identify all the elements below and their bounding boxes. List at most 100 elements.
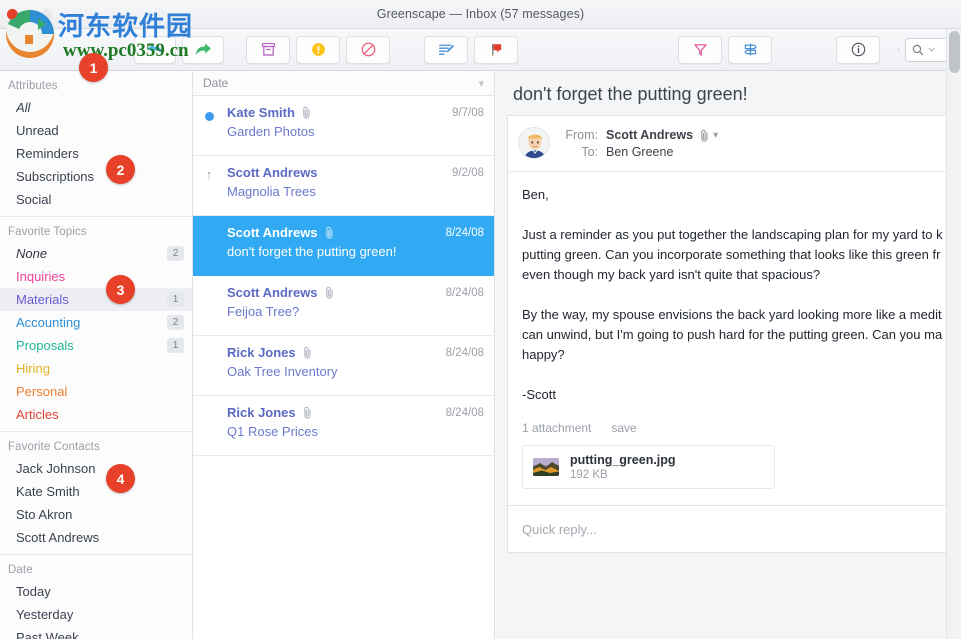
message-sender: Kate Smith: [227, 105, 295, 120]
red-flag-icon: [491, 43, 501, 56]
message-list[interactable]: Date ▾ Kate Smith 9/7/08 Garden Photos ↑…: [193, 71, 495, 639]
close-button[interactable]: [7, 9, 18, 20]
message-fields: From: Scott Andrews ▾ To: Ben Greene: [562, 127, 718, 161]
to-row: To: Ben Greene: [562, 144, 718, 161]
attachment-filesize: 192 KB: [570, 469, 608, 481]
sidebar-item-badge: 1: [167, 338, 184, 353]
sidebar-item-label: Materials: [16, 292, 69, 307]
message-subject: Garden Photos: [227, 124, 315, 139]
search-magnifier-icon: [913, 44, 924, 55]
sidebar-item-proposals[interactable]: Proposals 1: [0, 334, 192, 357]
sidebar-item-label: Subscriptions: [16, 169, 95, 184]
attachments-bar: 1 attachment save: [508, 411, 961, 441]
sidebar-item-label: Social: [16, 192, 52, 207]
paperclip-icon: [303, 406, 311, 419]
chevron-down-icon[interactable]: ▾: [713, 127, 718, 144]
sidebar-item-label: Today: [16, 584, 51, 599]
message-list-header[interactable]: Date ▾: [193, 71, 494, 96]
sidebar-item-label: Personal: [16, 384, 68, 399]
sidebar-item-subscriptions[interactable]: Subscriptions: [0, 165, 192, 188]
save-attachment-link[interactable]: save: [611, 421, 636, 435]
callout-marker-2: 2: [106, 155, 135, 184]
zoom-button[interactable]: [41, 9, 52, 20]
sidebar-item-label: Yesterday: [16, 607, 74, 622]
sidebar-item-unread[interactable]: Unread: [0, 119, 192, 142]
funnel-icon: [693, 44, 707, 56]
sidebar-item-personal[interactable]: Personal: [0, 380, 192, 403]
callout-number: 4: [116, 470, 125, 487]
message-subject: Magnolia Trees: [227, 184, 316, 199]
sidebar-item-social[interactable]: Social: [0, 188, 192, 211]
window-controls: [7, 9, 52, 20]
sidebar-item-materials[interactable]: Materials 1: [0, 288, 192, 311]
sidebar-item-past-week[interactable]: Past Week: [0, 626, 192, 639]
sidebar-item-inquiries[interactable]: Inquiries: [0, 265, 192, 288]
sidebar-item-label: Inquiries: [16, 269, 66, 284]
filter-button[interactable]: [678, 35, 722, 64]
callout-marker-1: 1: [79, 53, 108, 82]
table-row[interactable]: Kate Smith 9/7/08 Garden Photos: [193, 96, 494, 156]
table-row[interactable]: Rick Jones 8/24/08 Oak Tree Inventory: [193, 336, 494, 396]
forward-button[interactable]: [182, 35, 224, 64]
attachment-item[interactable]: putting_green.jpg 192 KB: [522, 445, 775, 489]
table-row[interactable]: Rick Jones 8/24/08 Q1 Rose Prices: [193, 396, 494, 456]
sidebar-item-reminders[interactable]: Reminders: [0, 142, 192, 165]
minimize-button[interactable]: [24, 9, 35, 20]
compose-button[interactable]: [424, 35, 468, 64]
paperclip-icon: [303, 346, 311, 359]
flag-button[interactable]: [474, 35, 518, 64]
message-date: 8/24/08: [445, 346, 484, 359]
vertical-scrollbar[interactable]: [946, 29, 961, 639]
sidebar-item-none[interactable]: None 2: [0, 242, 192, 265]
sidebar-item-badge: 2: [167, 246, 184, 261]
sidebar-heading-favorite-contacts: Favorite Contacts: [8, 441, 100, 453]
paperclip-icon: [701, 129, 708, 142]
toolbar-separator-dot: [898, 47, 900, 52]
sidebar-item-hiring[interactable]: Hiring: [0, 357, 192, 380]
message-date: 9/2/08: [452, 166, 484, 179]
sidebar-item-all[interactable]: All: [0, 96, 192, 119]
block-circle-icon: [361, 42, 375, 57]
archive-button[interactable]: [246, 35, 290, 64]
quick-reply-input[interactable]: Quick reply...: [507, 506, 961, 553]
sidebar-item-label: Articles: [16, 407, 59, 422]
warning-circle-icon: [311, 43, 325, 56]
sidebar-item-jack-johnson[interactable]: Jack Johnson: [0, 457, 192, 480]
quick-reply-placeholder: Quick reply...: [522, 521, 597, 537]
message-header: From: Scott Andrews ▾ To: Ben Greene: [508, 116, 961, 172]
sidebar-item-articles[interactable]: Articles: [0, 403, 192, 426]
table-row[interactable]: ↑ Scott Andrews 9/2/08 Magnolia Trees: [193, 156, 494, 216]
sidebar-item-kate-smith[interactable]: Kate Smith: [0, 480, 192, 503]
junk-button[interactable]: [296, 35, 340, 64]
sidebar-item-badge: 2: [167, 315, 184, 330]
pin-button[interactable]: [728, 35, 772, 64]
sidebar-item-label: Hiring: [16, 361, 50, 376]
callout-number: 2: [116, 161, 125, 178]
info-circle-icon: [851, 42, 865, 57]
sidebar-item-today[interactable]: Today: [0, 580, 192, 603]
sidebar-item-yesterday[interactable]: Yesterday: [0, 603, 192, 626]
sidebar-item-label: Sto Akron: [16, 507, 73, 522]
sidebar-item-label: All: [16, 100, 31, 115]
sidebar-item-label: Reminders: [16, 146, 79, 161]
sidebar-item-accounting[interactable]: Accounting 2: [0, 311, 192, 334]
sidebar[interactable]: Attributes All Unread Reminders Subscrip…: [0, 71, 193, 639]
to-value: Ben Greene: [606, 145, 674, 159]
message-sender: Scott Andrews: [227, 165, 318, 180]
scrollbar-thumb[interactable]: [949, 31, 960, 73]
chevron-down-icon[interactable]: ▾: [478, 77, 484, 90]
message-subject: Q1 Rose Prices: [227, 424, 319, 439]
table-row[interactable]: Scott Andrews 8/24/08 don't forget the p…: [193, 216, 494, 276]
table-row[interactable]: Scott Andrews 8/24/08 Feijoa Tree?: [193, 276, 494, 336]
attachment-filename: putting_green.jpg: [570, 453, 676, 467]
block-button[interactable]: [346, 35, 390, 64]
callout-marker-4: 4: [106, 464, 135, 493]
sidebar-heading-date: Date: [8, 564, 33, 576]
reply-button[interactable]: [134, 35, 176, 64]
message-date: 9/7/08: [452, 106, 484, 119]
signpost-pin-icon: [743, 43, 757, 56]
info-button[interactable]: [836, 35, 880, 64]
sidebar-item-scott-andrews[interactable]: Scott Andrews: [0, 526, 192, 549]
sidebar-item-sto-akron[interactable]: Sto Akron: [0, 503, 192, 526]
window-title: Greenscape — Inbox (57 messages): [376, 7, 585, 21]
